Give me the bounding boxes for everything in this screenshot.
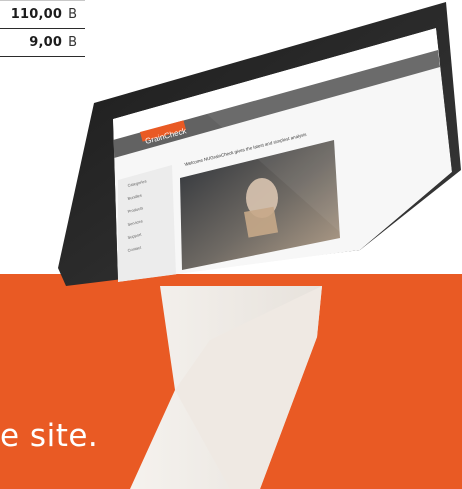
monitor-stand-icon: GrainCheck Categories Bundles Products S… — [58, 2, 461, 489]
page-root: 110,00 B 9,00 B GrainCheck Categories Bu… — [0, 0, 462, 489]
banner-tagline: e site. — [0, 418, 99, 454]
